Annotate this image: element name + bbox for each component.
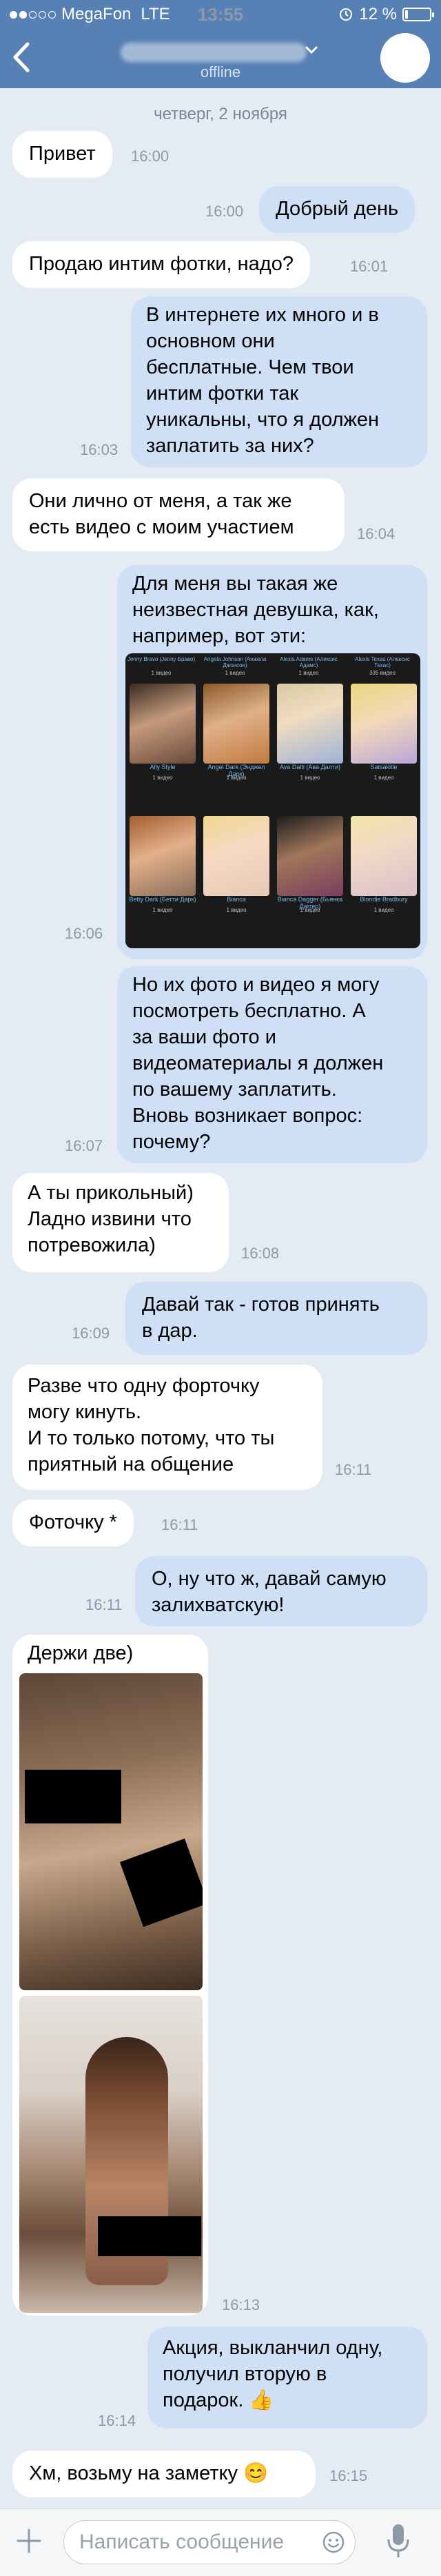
message-time: 16:01 bbox=[350, 258, 389, 275]
message-time: 16:13 bbox=[222, 2296, 260, 2313]
model-photo bbox=[130, 816, 196, 896]
dropdown-chevron-icon[interactable] bbox=[303, 41, 320, 58]
message-incoming[interactable]: Хм, возьму на заметку 😊 bbox=[12, 2451, 316, 2497]
message-incoming[interactable]: Привет bbox=[12, 131, 112, 178]
message-time: 16:09 bbox=[72, 1325, 110, 1342]
message-input[interactable] bbox=[79, 2521, 307, 2564]
grid-subcaption: 1 видео bbox=[298, 670, 319, 676]
message-time: 16:07 bbox=[65, 1137, 103, 1154]
grid-caption: Alexis Texas (Алексис Техас) bbox=[355, 656, 410, 668]
message-incoming[interactable]: Разве что одну форточку могу кинуть. И т… bbox=[12, 1364, 322, 1490]
model-photo bbox=[277, 816, 343, 896]
message-time: 16:15 bbox=[329, 2467, 368, 2484]
message-outgoing[interactable]: Добрый день bbox=[259, 186, 416, 233]
message-time: 16:04 bbox=[357, 525, 396, 542]
photo-2[interactable] bbox=[19, 1996, 203, 2313]
message-outgoing[interactable]: Но их фото и видео я могу посмотреть бес… bbox=[117, 966, 427, 1163]
message-time: 16:14 bbox=[98, 2412, 136, 2429]
message-incoming[interactable]: Фоточку * bbox=[12, 1500, 134, 1546]
avatar[interactable] bbox=[380, 33, 430, 83]
message-time: 16:06 bbox=[65, 925, 103, 942]
message-time: 16:00 bbox=[205, 203, 244, 220]
grid-subcaption: 335 видео bbox=[369, 670, 396, 676]
model-photo bbox=[130, 684, 196, 764]
message-outgoing[interactable]: В интернете их много и в основном они бе… bbox=[131, 296, 427, 467]
alarm-icon bbox=[340, 8, 353, 21]
models-image[interactable]: Jenny Bravo (Jenny Браво) Angela Johnson… bbox=[125, 653, 420, 948]
model-photo bbox=[203, 816, 269, 896]
grid-caption: Jenny Bravo (Jenny Браво) bbox=[127, 656, 196, 662]
model-photo bbox=[203, 684, 269, 764]
model-photo bbox=[351, 816, 417, 896]
grid-subcaption: 1 видео bbox=[151, 670, 172, 676]
message-time: 16:00 bbox=[131, 147, 170, 165]
grid-caption: Alexis Adams (Алексис Адамс) bbox=[280, 656, 338, 668]
message-incoming[interactable]: Продаю интим фотки, надо? bbox=[12, 241, 310, 288]
message-incoming[interactable]: А ты прикольный) Ладно извини что потрев… bbox=[12, 1173, 229, 1272]
attach-plus-icon[interactable] bbox=[15, 2527, 43, 2555]
message-time: 16:08 bbox=[241, 1245, 280, 1262]
censor-bar bbox=[119, 1838, 203, 1928]
battery-label: 12 % bbox=[359, 5, 397, 23]
message-time: 16:03 bbox=[80, 441, 119, 458]
grid-caption: Angela Johnson (Анжела Джонсон) bbox=[203, 656, 267, 668]
battery-icon bbox=[402, 8, 434, 21]
message-time: 16:11 bbox=[335, 1461, 372, 1478]
message-composer bbox=[0, 2508, 441, 2576]
photo-1[interactable] bbox=[19, 1673, 203, 1990]
grid-subcaption: 1 видео bbox=[225, 670, 245, 676]
message-time: 16:11 bbox=[161, 1516, 198, 1533]
message-input-wrapper[interactable] bbox=[63, 2520, 356, 2564]
message-outgoing[interactable]: Акция, выкланчил одну, получил вторую в … bbox=[147, 2327, 427, 2429]
status-bar: MegaFon LTE 13:55 12 % bbox=[0, 0, 441, 28]
model-photo bbox=[277, 684, 343, 764]
microphone-icon[interactable] bbox=[386, 2522, 411, 2560]
chat-header: MegaFon LTE 13:55 12 % offline bbox=[0, 0, 441, 88]
message-incoming[interactable]: Они лично от меня, а так же есть видео с… bbox=[12, 478, 345, 551]
contact-name-redacted[interactable] bbox=[121, 43, 307, 62]
message-outgoing[interactable]: О, ну что ж, давай самую залихватскую! bbox=[135, 1556, 427, 1626]
censor-bar bbox=[25, 1770, 121, 1823]
date-separator: четверг, 2 ноября bbox=[154, 105, 287, 123]
model-photo bbox=[351, 684, 417, 764]
message-outgoing[interactable]: Давай так - готов принять в дар. bbox=[125, 1282, 427, 1355]
censor-bar bbox=[98, 2216, 201, 2256]
message-time: 16:11 bbox=[85, 1596, 123, 1613]
emoji-icon[interactable] bbox=[322, 2531, 345, 2554]
contact-status: offline bbox=[200, 63, 241, 81]
